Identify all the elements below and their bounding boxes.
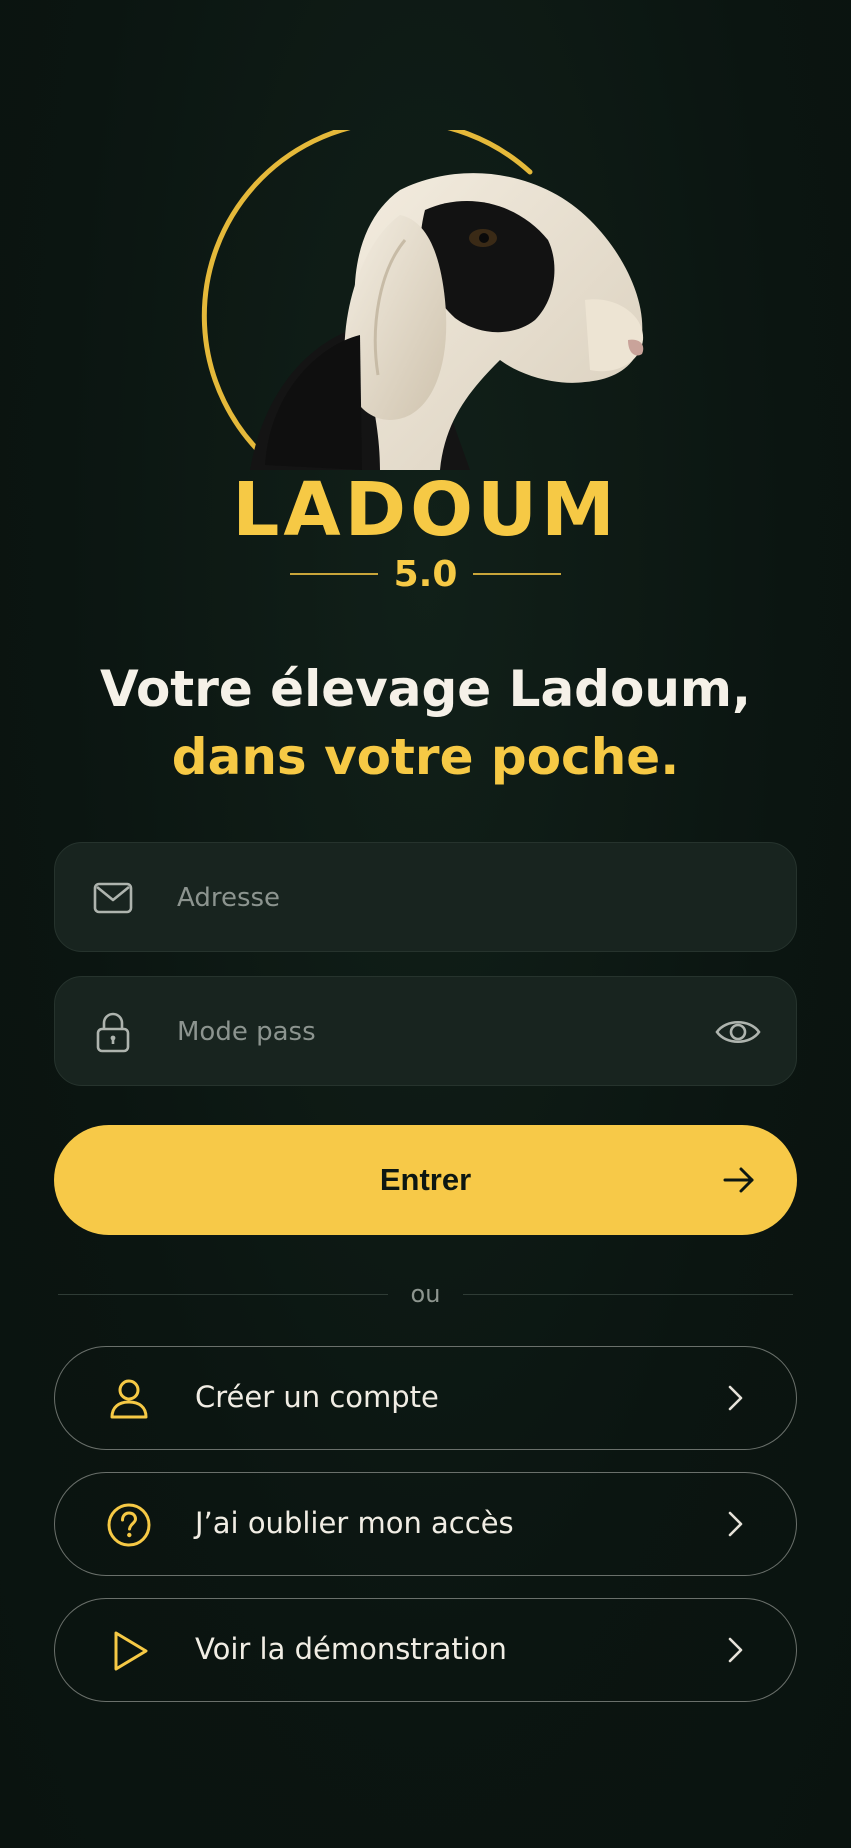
help-circle-icon [107, 1503, 151, 1547]
chevron-right-icon [728, 1385, 743, 1411]
email-field[interactable] [54, 842, 797, 953]
divider-line-right [463, 1294, 793, 1295]
password-field[interactable] [54, 976, 797, 1087]
chevron-right-icon [728, 1637, 743, 1663]
demo-button[interactable]: Voir la démonstration [54, 1598, 797, 1702]
mail-icon [93, 882, 133, 914]
headline-line-2: dans votre poche. [171, 728, 680, 786]
login-button-label: Entrer [379, 1162, 472, 1197]
brand-name: LADOUM [232, 467, 619, 553]
create-account-button[interactable]: Créer un compte [54, 1346, 797, 1450]
headline: Votre élevage Ladoum, dans votre poche. [0, 655, 851, 791]
login-screen: LADOUM 5.0 Votre élevage Ladoum, dans vo… [0, 0, 851, 1848]
password-input[interactable] [175, 977, 699, 1087]
lock-icon [96, 1012, 130, 1053]
eye-icon[interactable] [714, 1010, 762, 1054]
forgot-access-button[interactable]: J’ai oublier mon accès [54, 1472, 797, 1576]
brand-divider-right [473, 573, 562, 575]
play-icon [114, 1631, 148, 1671]
brand-version: 5.0 [393, 553, 458, 595]
login-button[interactable]: Entrer [54, 1125, 797, 1235]
or-divider: ou [58, 1274, 793, 1314]
brand-version-row: 5.0 [0, 552, 851, 596]
arrow-right-icon [723, 1167, 754, 1193]
demo-label: Voir la démonstration [195, 1632, 507, 1666]
headline-line-1: Votre élevage Ladoum, [99, 660, 752, 718]
forgot-access-label: J’ai oublier mon accès [195, 1506, 514, 1540]
chevron-right-icon [728, 1511, 743, 1537]
ram-head-illustration [201, 130, 644, 470]
ram-logo [0, 130, 851, 480]
user-icon [110, 1379, 148, 1419]
email-input[interactable] [175, 843, 699, 953]
create-account-label: Créer un compte [195, 1380, 439, 1414]
brand-divider-left [289, 573, 378, 575]
